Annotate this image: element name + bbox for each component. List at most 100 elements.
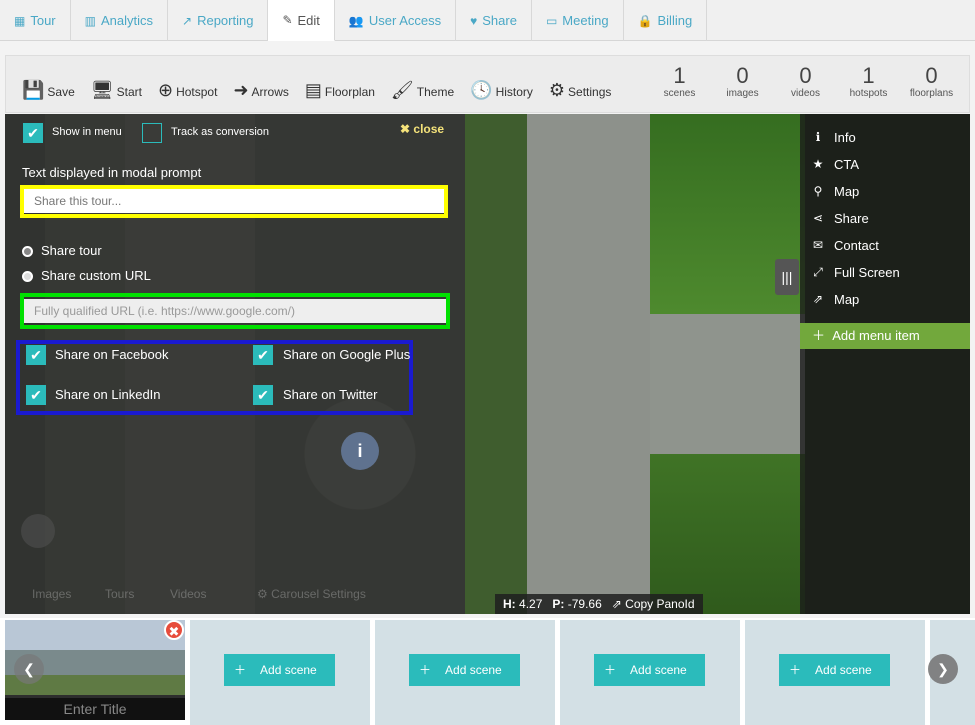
empty-scene-slot: ＋ Add scene xyxy=(560,620,740,725)
info-hotspot-icon[interactable]: i xyxy=(341,432,379,470)
tab-analytics[interactable]: ▥ Analytics xyxy=(71,0,169,41)
facebook-checkbox[interactable]: ✔ xyxy=(26,345,46,365)
linkedin-label: Share on LinkedIn xyxy=(55,387,161,402)
panorama-viewer[interactable]: ✔ Show in menu Track as conversion ✖ clo… xyxy=(5,114,970,614)
editor-toolbar: 💾 Save 🖥 Start ⊕ Hotspot ➜ Arrows ▤ Floorplan… xyxy=(5,55,970,113)
gear-icon: ⚙ xyxy=(257,587,268,601)
menu-item-info[interactable]: ℹ Info xyxy=(812,130,856,145)
menu-item-cta[interactable]: ★ CTA xyxy=(812,157,859,172)
stat-hotspots: 1 hotspots xyxy=(849,63,888,100)
menu-item-contact[interactable]: ✉ Contact xyxy=(812,238,879,253)
images-tab-faded: Images xyxy=(32,587,72,601)
add-scene-button[interactable]: ＋ Add scene xyxy=(594,654,705,686)
carousel-settings-faded: ⚙ Carousel Settings xyxy=(257,587,366,601)
tab-meeting[interactable]: ▭ Meeting xyxy=(532,0,624,41)
scroll-right-button[interactable]: ❯ xyxy=(928,654,958,684)
tab-reporting[interactable]: ↗ Reporting xyxy=(168,0,269,41)
tab-edit[interactable]: ✎ Edit xyxy=(268,0,335,41)
theme-button[interactable]: 🖌 Theme xyxy=(391,69,454,99)
plus-icon: ＋ xyxy=(604,663,617,677)
show-in-menu-label: Show in menu xyxy=(52,126,122,138)
close-icon: ✖ xyxy=(168,624,180,639)
compass-icon xyxy=(21,514,55,548)
tab-tour[interactable]: ▦ Tour xyxy=(0,0,71,41)
arrows-button[interactable]: ➜ Arrows xyxy=(233,69,288,99)
clock-icon: 🕓 xyxy=(470,80,493,100)
videos-tab-faded: Videos xyxy=(170,587,207,601)
info-icon: ℹ xyxy=(815,130,821,144)
menu-drag-handle[interactable]: ||| xyxy=(775,259,799,295)
close-icon: ✖ xyxy=(400,122,411,136)
fullscreen-icon: ⤢ xyxy=(813,265,823,279)
plus-circle-icon: ⊕ xyxy=(157,80,174,100)
linkedin-checkbox[interactable]: ✔ xyxy=(26,385,46,405)
tab-share[interactable]: ♥ Share xyxy=(456,0,532,41)
copy-panoid-button[interactable]: ⇗ Copy PanoId xyxy=(612,594,695,614)
facebook-label: Share on Facebook xyxy=(55,347,169,362)
menu-item-map[interactable]: ⚲ Map xyxy=(812,184,860,199)
envelope-icon: ✉ xyxy=(812,238,824,252)
custom-url-input[interactable]: Fully qualified URL (i.e. https://www.go… xyxy=(24,299,446,323)
twitter-checkbox[interactable]: ✔ xyxy=(253,385,273,405)
show-in-menu-checkbox[interactable]: ✔ xyxy=(23,123,43,143)
menu-item-map-link[interactable]: ⇗ Map xyxy=(812,292,859,307)
tab-billing[interactable]: 🔒 Billing xyxy=(624,0,708,41)
stat-videos: 0 videos xyxy=(791,63,820,100)
plaza-area xyxy=(527,114,652,614)
brush-icon: 🖌 xyxy=(390,80,414,100)
monitor-icon: ▭ xyxy=(545,13,558,28)
menu-item-fullscreen[interactable]: ⤢ Full Screen xyxy=(812,265,900,280)
share-settings-panel: ✔ Show in menu Track as conversion ✖ clo… xyxy=(5,114,465,614)
stat-floorplans: 0 floorplans xyxy=(909,63,954,100)
add-scene-button[interactable]: ＋ Add scene xyxy=(224,654,335,686)
floorplan-button[interactable]: ▤ Floorplan xyxy=(305,69,375,99)
top-tabs: ▦ Tour ▥ Analytics ↗ Reporting ✎ Edit 👥 User … xyxy=(0,0,975,41)
hotspot-button[interactable]: ⊕ Hotspot xyxy=(158,69,217,99)
google-plus-label: Share on Google Plus xyxy=(283,347,411,362)
chevron-left-icon: ❮ xyxy=(23,661,35,677)
external-link-icon: ⇗ xyxy=(611,597,622,611)
heart-icon: ♥ xyxy=(470,13,478,28)
share-custom-url-label: Share custom URL xyxy=(41,268,151,283)
google-plus-checkbox[interactable]: ✔ xyxy=(253,345,273,365)
track-conversion-checkbox[interactable] xyxy=(142,123,162,143)
pano-coordinates: H: 4.27 P: -79.66 ⇗ Copy PanoId xyxy=(495,594,703,614)
menu-item-share[interactable]: ⋖ Share xyxy=(812,211,869,226)
history-button[interactable]: 🕓 History xyxy=(470,69,533,99)
plus-icon: ＋ xyxy=(234,663,247,677)
modal-text-label: Text displayed in modal prompt xyxy=(22,165,202,180)
add-scene-button[interactable]: ＋ Add scene xyxy=(409,654,520,686)
share-icon: ⋖ xyxy=(812,211,824,225)
line-chart-icon: ↗ xyxy=(182,13,193,28)
track-conversion-label: Track as conversion xyxy=(171,126,270,138)
add-menu-item-button[interactable]: ＋ Add menu item xyxy=(800,323,970,349)
modal-text-input[interactable]: Share this tour... xyxy=(24,189,444,213)
share-tour-radio[interactable] xyxy=(22,246,33,257)
share-tour-label: Share tour xyxy=(41,243,102,258)
delete-scene-button[interactable]: ✖ xyxy=(164,620,184,640)
tours-tab-faded: Tours xyxy=(105,587,135,601)
stat-scenes: 1 scenes xyxy=(663,63,696,100)
lock-icon: 🔒 xyxy=(637,13,653,28)
arrow-circle-icon: ➜ xyxy=(233,80,249,100)
start-button[interactable]: 🖥 Start xyxy=(91,69,142,99)
scroll-left-button[interactable]: ❮ xyxy=(14,654,44,684)
close-button[interactable]: ✖ close xyxy=(400,122,444,136)
add-scene-button[interactable]: ＋ Add scene xyxy=(779,654,890,686)
scene-title-input[interactable]: Enter Title xyxy=(5,698,185,720)
floorplan-icon: ▤ xyxy=(304,80,322,100)
gear-icon: ⚙ xyxy=(548,80,566,100)
save-button[interactable]: 💾 Save xyxy=(22,69,75,99)
scenes-strip: Enter Title ✖ ❮ ＋ Add scene ＋ Add scene ＋ A… xyxy=(0,618,975,725)
pitch-readout: P: -79.66 xyxy=(552,597,602,611)
empty-scene-slot: ＋ Add scene xyxy=(375,620,555,725)
heading-readout: H: 4.27 xyxy=(503,597,543,611)
share-custom-url-radio[interactable] xyxy=(22,271,33,282)
tab-user-access[interactable]: 👥 User Access xyxy=(335,0,457,41)
settings-button[interactable]: ⚙ Settings xyxy=(549,69,612,99)
users-icon: 👥 xyxy=(348,13,364,28)
star-icon: ★ xyxy=(812,157,824,171)
external-link-icon: ⇗ xyxy=(812,292,824,306)
stat-images: 0 images xyxy=(726,63,759,100)
tour-side-menu: ℹ Info ★ CTA ⚲ Map ⋖ Share ✉ Contact ⤢ Full Sc… xyxy=(800,114,970,614)
